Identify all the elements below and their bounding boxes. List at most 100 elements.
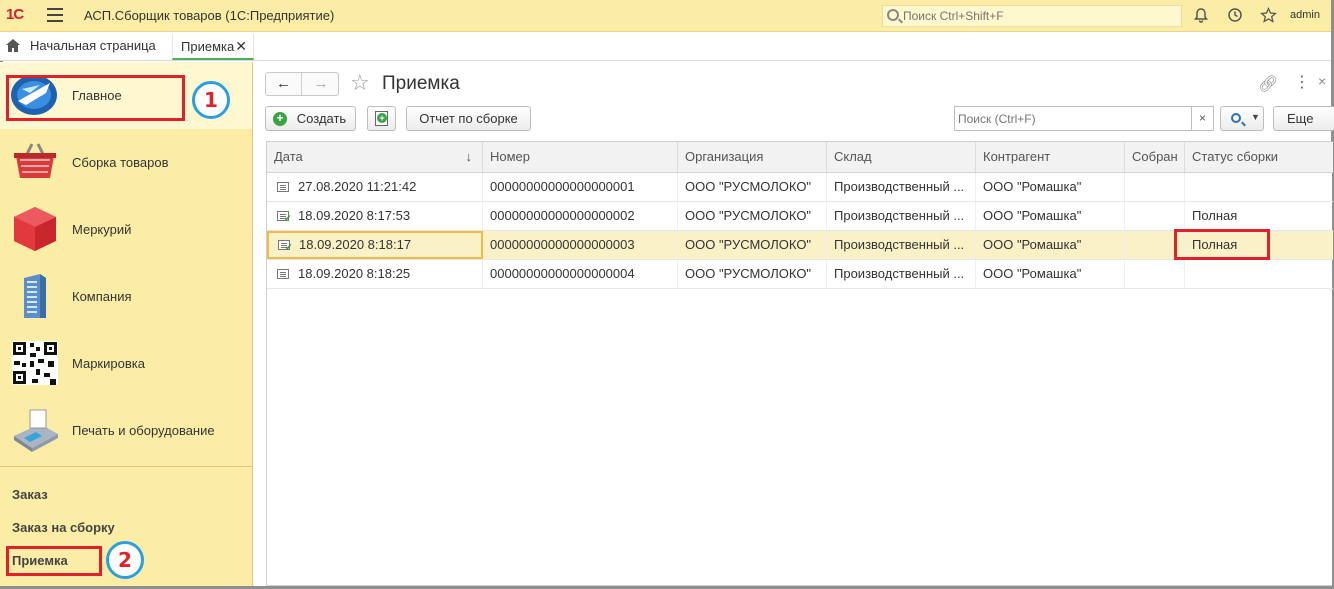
cell-collected	[1125, 260, 1185, 288]
navigation-buttons: ← →	[265, 72, 339, 96]
more-button[interactable]: Еще	[1273, 106, 1334, 131]
section-label: Маркировка	[72, 356, 145, 371]
magnifier-icon	[1231, 113, 1241, 123]
cell-date-focused: 18.09.2020 8:18:17	[267, 231, 483, 259]
home-icon	[6, 39, 20, 52]
table-header: Дата ↓ Номер Организация Склад Контраген…	[267, 142, 1333, 173]
section-company[interactable]: Компания	[0, 263, 252, 330]
clear-search-icon[interactable]: ×	[1192, 106, 1214, 131]
cell-organization: ООО "РУСМОЛОКО"	[678, 173, 827, 201]
cell-warehouse: Производственный ...	[827, 231, 976, 259]
pos-terminal-icon	[14, 409, 58, 452]
close-form-icon[interactable]: ×	[1318, 73, 1326, 89]
building-icon	[24, 274, 46, 318]
forward-arrow-icon[interactable]: →	[303, 73, 339, 95]
cell-number: 00000000000000000002	[483, 202, 678, 230]
create-button-label: Создать	[296, 111, 347, 126]
dropdown-arrow-icon: ▼	[1251, 112, 1260, 122]
sidebar-link-order[interactable]: Заказ	[12, 487, 48, 502]
sidebar-link-assembly-order[interactable]: Заказ на сборку	[12, 520, 115, 535]
1c-logo[interactable]: 1С	[6, 6, 24, 23]
column-header-status[interactable]: Статус сборки	[1185, 142, 1333, 172]
cell-warehouse: Производственный ...	[827, 260, 976, 288]
link-icon[interactable]: 🔗︎	[1258, 74, 1278, 94]
section-marking[interactable]: Маркировка	[0, 330, 252, 397]
column-header-warehouse[interactable]: Склад	[827, 142, 976, 172]
global-search[interactable]	[882, 5, 1182, 27]
more-button-label: Еще	[1287, 111, 1314, 126]
back-arrow-icon[interactable]: ←	[266, 73, 302, 95]
sections-panel: Главное Сборка товаров Меркурий Компания	[0, 62, 253, 586]
column-header-collected[interactable]: Собран	[1125, 142, 1185, 172]
form-area: ← → ☆ Приемка 🔗︎ ⋮ × + Создать Отчет по …	[254, 62, 1334, 586]
section-label: Компания	[72, 289, 132, 304]
more-actions-icon[interactable]: ⋮	[1294, 72, 1310, 92]
app-title: АСП.Сборщик товаров (1С:Предприятие)	[84, 8, 335, 23]
table-row[interactable]: 18.09.2020 8:18:25 00000000000000000004 …	[267, 260, 1333, 289]
cell-number: 00000000000000000004	[483, 260, 678, 288]
cell-warehouse: Производственный ...	[827, 202, 976, 230]
favorite-star-icon[interactable]: ☆	[350, 70, 370, 96]
cell-status	[1185, 260, 1333, 288]
column-header-date[interactable]: Дата ↓	[267, 142, 483, 172]
cell-organization: ООО "РУСМОЛОКО"	[678, 260, 827, 288]
title-bar: 1С АСП.Сборщик товаров (1С:Предприятие) …	[0, 0, 1331, 32]
tab-priemka[interactable]: Приемка ✕	[172, 34, 254, 60]
cell-date: 18.09.2020 8:18:25	[267, 260, 483, 288]
document-icon	[277, 269, 289, 279]
search-field[interactable]	[954, 106, 1192, 131]
tab-home-label: Начальная страница	[30, 38, 156, 53]
section-printing[interactable]: Печать и оборудование	[0, 397, 252, 464]
posted-document-icon	[278, 240, 293, 252]
red-cube-icon	[14, 207, 56, 251]
document-icon	[277, 182, 289, 192]
history-icon[interactable]	[1226, 7, 1244, 25]
assembly-report-button[interactable]: Отчет по сборке	[406, 106, 531, 131]
basket-icon	[14, 143, 56, 178]
cell-counterparty: ООО "Ромашка"	[976, 260, 1125, 288]
global-search-input[interactable]	[903, 8, 1173, 24]
section-assembly[interactable]: Сборка товаров	[0, 129, 252, 196]
cell-organization: ООО "РУСМОЛОКО"	[678, 202, 827, 230]
create-button[interactable]: + Создать	[265, 106, 356, 131]
search-button[interactable]: ▼	[1220, 106, 1264, 131]
cell-warehouse: Производственный ...	[827, 173, 976, 201]
section-label: Печать и оборудование	[72, 423, 215, 438]
close-tab-icon[interactable]: ✕	[235, 38, 247, 55]
username[interactable]: admin	[1290, 9, 1320, 21]
cell-collected	[1125, 173, 1185, 201]
section-label: Меркурий	[72, 222, 132, 237]
documents-table[interactable]: Дата ↓ Номер Организация Склад Контраген…	[266, 141, 1333, 586]
column-header-organization[interactable]: Организация	[678, 142, 827, 172]
cell-number: 00000000000000000001	[483, 173, 678, 201]
table-row[interactable]: 27.08.2020 11:21:42 00000000000000000001…	[267, 173, 1333, 202]
column-header-number[interactable]: Номер	[483, 142, 678, 172]
sort-desc-icon: ↓	[465, 149, 473, 164]
page-title: Приемка	[382, 73, 460, 94]
tab-priemka-label: Приемка	[181, 39, 235, 54]
favorites-star-icon[interactable]	[1259, 7, 1277, 25]
cell-organization: ООО "РУСМОЛОКО"	[678, 231, 827, 259]
highlight-box-priemka	[6, 546, 102, 576]
step-marker-1: 1	[192, 81, 230, 119]
sidebar-divider	[0, 466, 252, 467]
column-header-counterparty[interactable]: Контрагент	[976, 142, 1125, 172]
table-row[interactable]: 18.09.2020 8:17:53 00000000000000000002 …	[267, 202, 1333, 231]
qr-code-icon	[12, 341, 58, 385]
search-input[interactable]	[958, 110, 1188, 127]
copy-icon	[375, 111, 388, 126]
section-mercury[interactable]: Меркурий	[0, 196, 252, 263]
cell-date: 27.08.2020 11:21:42	[267, 173, 483, 201]
cell-number: 00000000000000000003	[483, 231, 678, 259]
hamburger-menu-icon[interactable]	[47, 8, 63, 22]
create-copy-button[interactable]	[367, 106, 396, 131]
highlight-box-main	[6, 75, 185, 121]
tab-bar: Начальная страница Приемка ✕	[0, 32, 1331, 61]
bell-icon[interactable]	[1192, 7, 1210, 25]
step-marker-2: 2	[106, 541, 144, 579]
cell-counterparty: ООО "Ромашка"	[976, 231, 1125, 259]
tab-home[interactable]: Начальная страница	[6, 38, 156, 56]
cell-counterparty: ООО "Ромашка"	[976, 173, 1125, 201]
search-icon	[887, 9, 899, 21]
plus-icon: +	[273, 112, 287, 126]
